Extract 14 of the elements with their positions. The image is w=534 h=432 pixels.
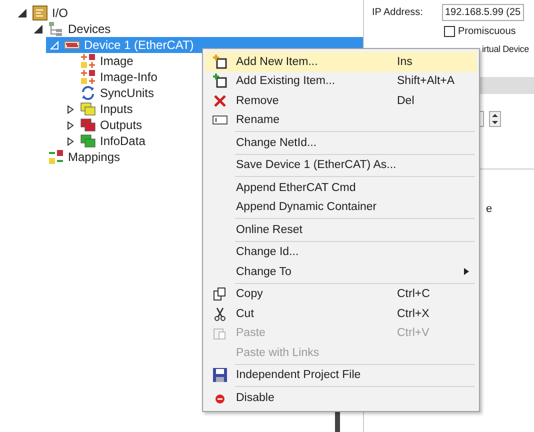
tree-label: Image-Info: [99, 70, 158, 84]
tree-label: I/O: [51, 6, 68, 20]
tree-label: Devices: [67, 22, 111, 36]
checkbox-label: Promiscuous: [458, 26, 516, 36]
tree-label: Device 1 (EtherCAT): [83, 38, 194, 52]
tree-label: InfoData: [99, 134, 146, 148]
tree-label: Inputs: [99, 102, 133, 116]
tree-label: Outputs: [99, 118, 142, 132]
ip-address-label: IP Address:: [372, 6, 424, 18]
tree-label: Mappings: [67, 150, 120, 164]
checkbox-label: irtual Device: [481, 43, 530, 56]
tree-label: SyncUnits: [99, 86, 154, 100]
setting-label: e: [486, 203, 492, 215]
tree-label: Image: [99, 54, 134, 68]
